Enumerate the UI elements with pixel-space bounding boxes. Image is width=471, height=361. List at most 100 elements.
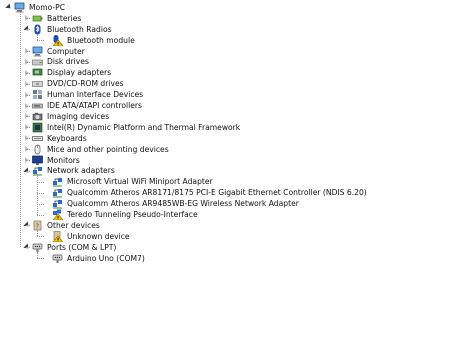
- tree-connector: [37, 40, 44, 42]
- tree-connector: [26, 247, 30, 249]
- node-label: Batteries: [47, 13, 82, 23]
- device-node[interactable]: Unknown device: [44, 230, 130, 243]
- tree-connector: [37, 181, 44, 183]
- tree-connector: [26, 83, 30, 85]
- device-node[interactable]: Bluetooth module: [44, 34, 135, 46]
- node-label: Microsoft Virtual WiFi Miniport Adapter: [67, 177, 213, 187]
- node-label: DVD/CD-ROM drives: [47, 79, 124, 89]
- category-node[interactable]: Imaging devices: [24, 111, 109, 122]
- mouse-icon: [32, 144, 43, 155]
- node-label: IDE ATA/ATAPI controllers: [47, 101, 142, 111]
- bluetooth-warning-icon: [52, 34, 64, 46]
- tree-connector: [26, 138, 30, 140]
- node-label: Qualcomm Atheros AR8171/8175 PCI-E Gigab…: [67, 188, 367, 198]
- tree-connector: [37, 229, 38, 237]
- tree-connector: [26, 116, 30, 118]
- category-node[interactable]: Computer: [24, 46, 85, 57]
- tree-connector: [26, 149, 30, 151]
- tree-connector: [26, 170, 30, 172]
- node-label: Keyboards: [47, 133, 87, 143]
- category-node[interactable]: Batteries: [24, 13, 81, 24]
- node-label: Human Interface Devices: [47, 90, 144, 100]
- node-label: Display adapters: [47, 68, 112, 78]
- network-adapter-warning-icon: [52, 209, 64, 221]
- tree-connector: [26, 225, 30, 227]
- battery-icon: [32, 13, 43, 24]
- tree-connector: [26, 72, 30, 74]
- node-label: Qualcomm Atheros AR9485WB-EG Wireless Ne…: [67, 199, 299, 209]
- node-label: Disk drives: [47, 57, 89, 67]
- device-node[interactable]: Arduino Uno (COM7): [44, 253, 145, 264]
- computer-icon: [32, 46, 43, 57]
- node-label: Imaging devices: [47, 111, 110, 121]
- node-label: Unknown device: [67, 231, 130, 241]
- node-label: Mice and other pointing devices: [47, 144, 169, 154]
- category-node[interactable]: Monitors: [24, 155, 80, 166]
- ide-controller-icon: [32, 100, 43, 111]
- tree-connector: [26, 61, 30, 63]
- node-label: Other devices: [47, 220, 100, 230]
- monitor-icon: [32, 155, 43, 166]
- collapse-arrow-icon[interactable]: [6, 2, 12, 12]
- tree-connector: [37, 214, 44, 216]
- category-node[interactable]: Intel(R) Dynamic Platform and Thermal Fr…: [24, 122, 240, 133]
- tree-connector: [26, 29, 30, 31]
- device-tree: Momo-PC Batteries Bluetooth Radios Bluetoot…: [0, 0, 471, 361]
- tree-root-computer[interactable]: Momo-PC: [6, 2, 65, 13]
- tree-connector: [26, 160, 30, 162]
- device-node[interactable]: Qualcomm Atheros AR9485WB-EG Wireless Ne…: [44, 198, 299, 209]
- category-node[interactable]: ? Other devices: [24, 220, 100, 231]
- disk-drive-icon: [32, 56, 43, 67]
- category-node[interactable]: Mice and other pointing devices: [24, 144, 169, 155]
- node-label: Bluetooth module: [67, 35, 135, 45]
- node-label: Intel(R) Dynamic Platform and Thermal Fr…: [47, 122, 241, 132]
- device-node[interactable]: Qualcomm Atheros AR8171/8175 PCI-E Gigab…: [44, 187, 367, 198]
- network-adapter-icon: [52, 187, 63, 198]
- node-label: Bluetooth Radios: [47, 24, 112, 34]
- device-node[interactable]: Microsoft Virtual WiFi Miniport Adapter: [44, 176, 213, 187]
- tree-connector: [26, 127, 30, 129]
- tree-connector: [26, 18, 30, 20]
- tree-connector: [26, 105, 30, 107]
- tree-connector: [37, 192, 44, 194]
- tree-connector: [37, 236, 44, 238]
- unknown-device-warning-icon: [52, 230, 64, 243]
- tree-connector: [37, 175, 38, 215]
- dvd-drive-icon: [32, 78, 43, 89]
- keyboard-icon: [32, 133, 43, 144]
- node-label: Arduino Uno (COM7): [67, 253, 145, 263]
- category-node[interactable]: DVD/CD-ROM drives: [24, 78, 124, 89]
- tree-connector: [20, 11, 21, 248]
- node-label: Computer: [47, 46, 85, 56]
- node-label: Teredo Tunneling Pseudo-Interface: [67, 210, 198, 220]
- category-node[interactable]: Display adapters: [24, 67, 111, 78]
- tree-connector: [37, 203, 44, 205]
- camera-icon: [32, 111, 43, 122]
- network-adapter-icon: [52, 176, 63, 187]
- category-node[interactable]: Disk drives: [24, 57, 89, 68]
- tree-connector: [26, 94, 30, 96]
- node-label: Ports (COM & LPT): [47, 242, 117, 252]
- port-icon: [52, 253, 63, 264]
- category-node[interactable]: Human Interface Devices: [24, 89, 143, 100]
- device-node[interactable]: Teredo Tunneling Pseudo-Interface: [44, 209, 198, 221]
- network-adapter-icon: [52, 198, 63, 209]
- tree-connector: [26, 51, 30, 53]
- node-label: Momo-PC: [29, 2, 66, 12]
- tree-connector: [37, 33, 38, 41]
- hid-icon: [32, 89, 43, 100]
- category-node[interactable]: Keyboards: [24, 133, 87, 144]
- category-node[interactable]: IDE ATA/ATAPI controllers: [24, 100, 142, 111]
- node-label: Network adapters: [47, 166, 115, 176]
- node-label: Monitors: [47, 155, 80, 165]
- display-adapter-icon: [32, 67, 43, 78]
- tree-connector: [37, 251, 38, 259]
- intel-thermal-icon: [32, 122, 43, 133]
